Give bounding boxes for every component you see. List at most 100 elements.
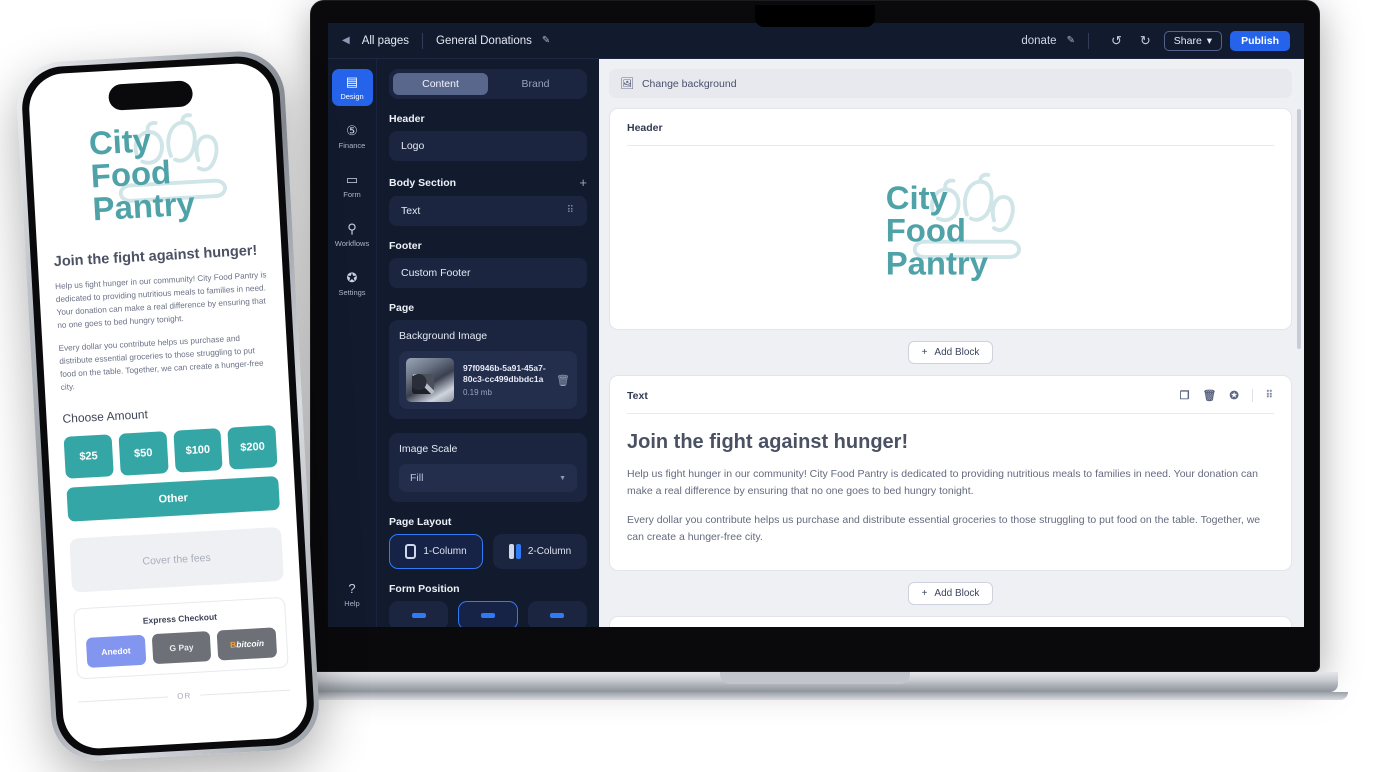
chevron-down-icon: ▼	[559, 474, 566, 482]
page-title: General Donations	[436, 34, 532, 47]
drag-handle-icon[interactable]: ⠿	[1266, 390, 1274, 400]
page-layout-2col-label: 2-Column	[527, 546, 572, 557]
sidebar-item-label: Workflows	[334, 239, 370, 248]
trash-icon[interactable]: 🗑	[556, 374, 570, 387]
add-block-button[interactable]: + Add Block	[907, 341, 994, 364]
plus-icon: +	[921, 588, 928, 600]
divider-2	[1087, 32, 1089, 49]
express-checkout-label: Express Checkout	[142, 611, 218, 626]
header-block[interactable]: Header City Food Pantry	[609, 108, 1292, 330]
body-text-value: Text	[401, 205, 421, 217]
background-image-item[interactable]: 97f0946b-5a91-45a7-80c3-cc499dbbdc1a 0.1…	[399, 351, 577, 409]
position-right-icon	[550, 613, 565, 618]
text-block-tools: ❐ 🗑 ✪ ⠿	[1180, 389, 1274, 402]
next-block-partial[interactable]	[609, 616, 1292, 627]
duplicate-icon[interactable]: ❐	[1180, 389, 1190, 402]
amount-buttons: $25 $50 $100 $200	[63, 425, 278, 479]
text-block[interactable]: Text ❐ 🗑 ✪ ⠿ Join the fight against hung…	[609, 375, 1292, 572]
text-block-paragraph-2: Every dollar you contribute helps us pur…	[627, 513, 1261, 543]
sidebar-item-label: Finance	[338, 141, 366, 150]
form-position-right[interactable]	[527, 601, 587, 627]
amount-button-50[interactable]: $50	[118, 431, 169, 476]
image-scale-select[interactable]: Fill ▼	[399, 464, 577, 492]
tab-content[interactable]: Content	[393, 73, 488, 95]
form-position-center[interactable]	[458, 601, 518, 627]
donate-slug-label: donate	[1021, 34, 1057, 47]
amount-button-other[interactable]: Other	[66, 475, 280, 522]
trash-icon[interactable]: 🗑	[1202, 389, 1216, 402]
express-checkout-buttons: Anedot G Pay Bbitcoin	[85, 627, 278, 668]
logo-line-2: Food	[886, 212, 966, 249]
canvas-scrollbar[interactable]	[1297, 109, 1301, 349]
body-section-label: Body Section +	[389, 175, 587, 190]
image-icon: 🖼	[620, 78, 634, 90]
plus-icon: +	[921, 347, 928, 358]
header-logo: City Food Pantry	[627, 146, 1274, 316]
sidebar-item-help[interactable]: ? Help	[332, 576, 373, 613]
position-left-icon	[411, 613, 426, 618]
sidebar-item-workflows[interactable]: ⚲ Workflows	[332, 216, 373, 253]
sidebar-item-finance[interactable]: ⑤ Finance	[332, 118, 373, 155]
publish-button[interactable]: Publish	[1230, 30, 1290, 51]
cover-fees-field[interactable]: Cover the fees	[69, 526, 284, 593]
add-block-button-2[interactable]: + Add Block	[907, 582, 994, 606]
gear-icon[interactable]: ✪	[1229, 389, 1238, 402]
google-g-icon: G	[169, 642, 177, 654]
page-layout-1-column[interactable]: 1-Column	[389, 534, 483, 569]
divider	[422, 32, 424, 49]
anedot-pay-button[interactable]: Anedot	[85, 634, 147, 668]
form-position-label-text: Form Position	[389, 583, 460, 595]
amount-button-25[interactable]: $25	[63, 434, 114, 479]
page-section-label: Page	[389, 302, 587, 314]
sidebar-item-label: Help	[344, 599, 360, 608]
question-circle-icon: ?	[348, 581, 356, 596]
undo-icon[interactable]: ↺	[1111, 33, 1122, 49]
change-background-button[interactable]: 🖼 Change background	[609, 69, 1292, 98]
change-background-label: Change background	[641, 77, 737, 90]
sidebar-item-label: Settings	[338, 288, 366, 297]
divider-line-left	[78, 696, 169, 703]
chevron-left-icon[interactable]: ◀	[342, 35, 350, 46]
header-logo-field[interactable]: Logo	[389, 131, 587, 161]
header-block-title: Header	[627, 122, 1274, 145]
phone-frame: City Food Pantry Join the fight against …	[14, 49, 322, 763]
footer-field[interactable]: Custom Footer	[389, 258, 587, 288]
image-meta: 97f0946b-5a91-45a7-80c3-cc499dbbdc1a 0.1…	[463, 363, 547, 397]
sidebar-item-form[interactable]: ▭ Form	[332, 167, 373, 204]
text-block-paragraph-1: Help us fight hunger in our community! C…	[627, 468, 1258, 498]
tab-brand[interactable]: Brand	[488, 73, 583, 95]
background-image-label: Background Image	[399, 330, 488, 342]
amount-button-200[interactable]: $200	[227, 425, 278, 470]
text-block-header: Text ❐ 🗑 ✪ ⠿	[627, 389, 1274, 413]
donate-pencil-icon[interactable]: ✎	[1067, 35, 1075, 46]
amount-button-100[interactable]: $100	[172, 428, 223, 473]
settings-panel: Content Brand Header Logo Body Section +…	[377, 59, 599, 627]
bitcoin-pay-button[interactable]: Bbitcoin	[216, 627, 278, 661]
form-position-left[interactable]	[389, 601, 449, 627]
dynamic-island	[107, 80, 194, 111]
choose-amount-label: Choose Amount	[62, 407, 149, 426]
image-scale-card: Image Scale Fill ▼	[389, 433, 587, 502]
logo-line-3: Pantry	[886, 245, 989, 282]
form-position-label: Form Position	[389, 583, 587, 595]
drag-handle-icon[interactable]: ⠿	[567, 206, 575, 216]
image-filename: 97f0946b-5a91-45a7-80c3-cc499dbbdc1a	[463, 362, 546, 384]
pencil-icon[interactable]: ✎	[542, 35, 550, 46]
panel-tabs: Content Brand	[389, 69, 587, 99]
phone-paragraph-2: Every dollar you contribute helps us pur…	[58, 333, 264, 392]
sidebar-item-design[interactable]: ▤ Design	[331, 69, 373, 106]
plus-icon[interactable]: +	[579, 175, 587, 190]
workflow-icon: ⚲	[347, 221, 357, 236]
page-layout-2-column[interactable]: 2-Column	[493, 534, 587, 569]
redo-icon[interactable]: ↻	[1140, 33, 1151, 49]
screenshot-stage: ◀ All pages General Donations ✎ donate ✎…	[0, 0, 1398, 772]
body-text-field[interactable]: Text ⠿	[389, 196, 587, 226]
express-checkout-card: Express Checkout Anedot G Pay Bbitcoin	[73, 596, 289, 680]
google-pay-button[interactable]: G Pay	[151, 631, 212, 665]
laptop-base-notch	[720, 672, 910, 684]
all-pages-link[interactable]: All pages	[362, 35, 409, 47]
or-label: OR	[176, 691, 192, 701]
share-button[interactable]: Share ▾	[1163, 30, 1223, 51]
city-food-pantry-logo-phone: City Food Pantry	[87, 113, 227, 227]
sidebar-item-settings[interactable]: ✪ Settings	[332, 265, 373, 302]
